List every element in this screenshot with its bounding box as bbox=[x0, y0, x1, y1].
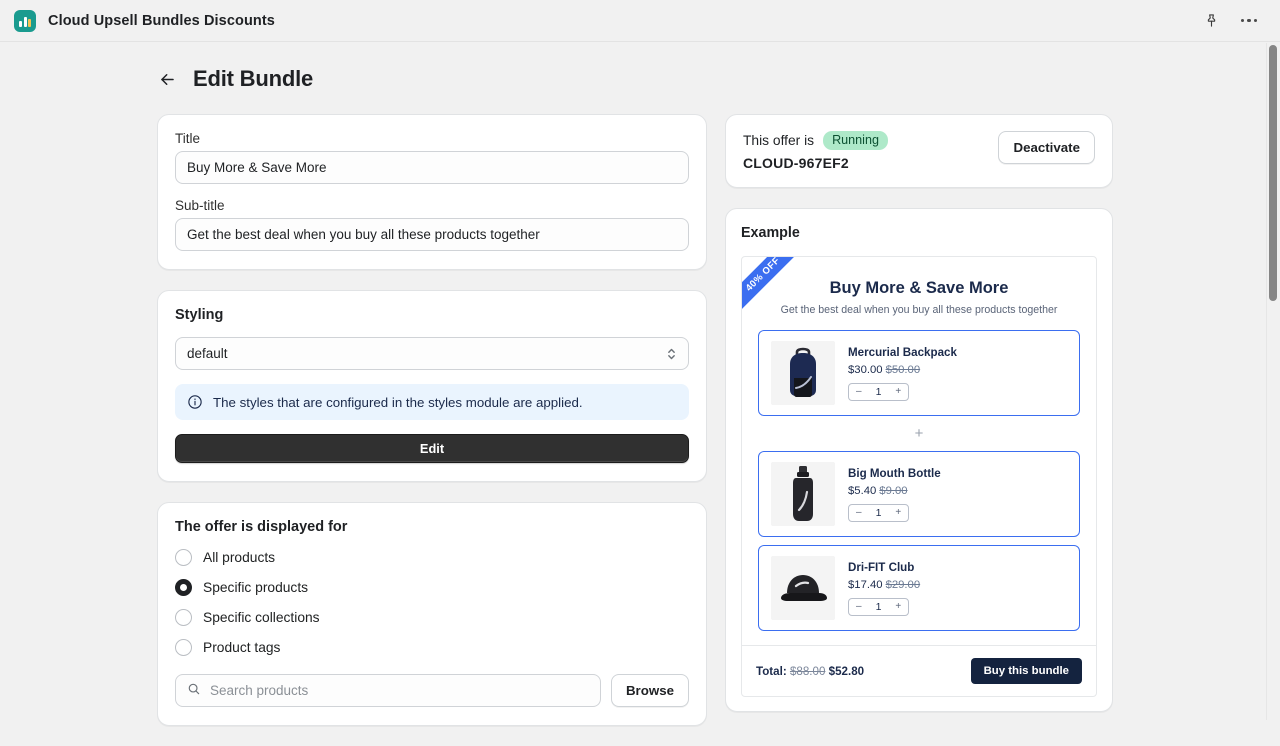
search-products-input[interactable]: Search products bbox=[175, 674, 601, 707]
bundle-product-item[interactable]: Dri-FIT Club $17.40 $29.00 – 1 + bbox=[758, 545, 1080, 631]
info-icon bbox=[187, 394, 203, 410]
styling-card: Styling default The styles that are conf… bbox=[157, 290, 707, 482]
radio-icon-selected bbox=[175, 579, 192, 596]
radio-label: Specific products bbox=[203, 580, 309, 595]
total-label: Total: bbox=[756, 664, 787, 678]
quantity-stepper[interactable]: – 1 + bbox=[848, 597, 910, 616]
radio-option-specific-collections[interactable]: Specific collections bbox=[175, 609, 689, 626]
quantity-increment-button[interactable]: + bbox=[888, 599, 908, 615]
product-name: Mercurial Backpack bbox=[848, 345, 957, 359]
example-preview-card: Example 40% OFF Buy More & Save More Get… bbox=[725, 208, 1113, 712]
subtitle-label: Sub-title bbox=[175, 198, 225, 213]
bundle-product-item[interactable]: Big Mouth Bottle $5.40 $9.00 – 1 + bbox=[758, 451, 1080, 537]
style-select-value: default bbox=[187, 346, 228, 361]
page-scroll-area: Edit Bundle Title Buy More & Save More S… bbox=[0, 42, 1280, 726]
navy-backpack-image bbox=[771, 341, 835, 405]
quantity-value: 1 bbox=[875, 506, 882, 519]
radio-icon bbox=[175, 639, 192, 656]
ellipsis-icon[interactable] bbox=[1238, 10, 1260, 32]
edit-button[interactable]: Edit bbox=[175, 434, 689, 463]
bundle-details-card: Title Buy More & Save More Sub-title Get… bbox=[157, 114, 707, 270]
product-price-compare: $9.00 bbox=[879, 484, 908, 497]
chevron-updown-icon bbox=[666, 346, 677, 362]
preview-subheading: Get the best deal when you buy all these… bbox=[780, 304, 1058, 316]
quantity-value: 1 bbox=[875, 385, 882, 398]
bundle-product-info: Mercurial Backpack $30.00 $50.00 – 1 + bbox=[848, 346, 957, 401]
search-placeholder: Search products bbox=[210, 683, 309, 698]
subtitle-input[interactable]: Get the best deal when you buy all these… bbox=[175, 218, 689, 251]
quantity-decrement-button[interactable]: – bbox=[849, 384, 869, 400]
bundle-total-row: Total: $88.00 $52.80 Buy this bundle bbox=[742, 645, 1096, 696]
product-price-current: $5.40 bbox=[848, 484, 877, 497]
total-compare-at: $88.00 bbox=[789, 664, 826, 678]
bar-chart-icon bbox=[14, 9, 36, 32]
product-price: $17.40 $29.00 bbox=[848, 579, 920, 591]
radio-label: Specific collections bbox=[203, 610, 320, 625]
bundle-preview: 40% OFF Buy More & Save More Get the bes… bbox=[741, 256, 1097, 697]
product-price: $5.40 $9.00 bbox=[848, 485, 941, 497]
quantity-stepper[interactable]: – 1 + bbox=[848, 382, 910, 401]
quantity-stepper[interactable]: – 1 + bbox=[848, 503, 910, 522]
quantity-increment-button[interactable]: + bbox=[888, 505, 908, 521]
quantity-increment-button[interactable]: + bbox=[888, 384, 908, 400]
quantity-value: 1 bbox=[875, 600, 882, 613]
product-price-compare: $50.00 bbox=[885, 363, 921, 376]
style-select[interactable]: default bbox=[175, 337, 689, 370]
deactivate-button[interactable]: Deactivate bbox=[998, 131, 1095, 164]
radio-option-specific-products[interactable]: Specific products bbox=[175, 579, 689, 596]
black-cap-image bbox=[771, 556, 835, 620]
product-search-row: Search products Browse bbox=[175, 674, 689, 707]
bundle-total: Total: $88.00 $52.80 bbox=[756, 665, 864, 678]
offer-targeting-title: The offer is displayed for bbox=[175, 519, 348, 535]
styles-info-banner: The styles that are configured in the st… bbox=[175, 384, 689, 420]
styles-info-text: The styles that are configured in the st… bbox=[213, 394, 583, 410]
product-price-current: $30.00 bbox=[848, 363, 883, 376]
title-label: Title bbox=[175, 131, 201, 146]
radio-icon bbox=[175, 549, 192, 566]
bundle-product-info: Big Mouth Bottle $5.40 $9.00 – 1 + bbox=[848, 467, 941, 522]
radio-label: All products bbox=[203, 550, 276, 565]
offer-status-card: This offer is Running CLOUD-967EF2 Deact… bbox=[725, 114, 1113, 188]
product-name: Big Mouth Bottle bbox=[848, 466, 941, 480]
page-header: Edit Bundle bbox=[157, 66, 1280, 92]
product-price-current: $17.40 bbox=[848, 578, 883, 591]
buy-this-bundle-button[interactable]: Buy this bundle bbox=[970, 658, 1082, 684]
offer-status-info: This offer is Running CLOUD-967EF2 bbox=[743, 131, 888, 171]
styling-card-title: Styling bbox=[175, 307, 224, 323]
offer-code: CLOUD-967EF2 bbox=[743, 155, 849, 171]
page-title: Edit Bundle bbox=[193, 66, 314, 91]
example-title: Example bbox=[741, 225, 800, 241]
quantity-decrement-button[interactable]: – bbox=[849, 505, 869, 521]
radio-option-product-tags[interactable]: Product tags bbox=[175, 639, 689, 656]
browse-button[interactable]: Browse bbox=[610, 674, 689, 707]
product-name: Dri-FIT Club bbox=[848, 560, 915, 574]
settings-column: Title Buy More & Save More Sub-title Get… bbox=[157, 114, 707, 746]
pin-icon[interactable] bbox=[1200, 10, 1222, 32]
status-badge: Running bbox=[823, 131, 888, 150]
preview-heading: Buy More & Save More bbox=[829, 279, 1009, 297]
radio-label: Product tags bbox=[203, 640, 281, 655]
preview-column: This offer is Running CLOUD-967EF2 Deact… bbox=[725, 114, 1113, 732]
title-input[interactable]: Buy More & Save More bbox=[175, 151, 689, 184]
bundle-product-item[interactable]: Mercurial Backpack $30.00 $50.00 – 1 + bbox=[758, 330, 1080, 416]
search-icon bbox=[187, 682, 201, 699]
quantity-decrement-button[interactable]: – bbox=[849, 599, 869, 615]
plus-separator-icon: + bbox=[914, 425, 924, 442]
black-water-bottle-image bbox=[771, 462, 835, 526]
status-prefix: This offer is bbox=[743, 133, 815, 148]
page-scrollbar-thumb[interactable] bbox=[1269, 45, 1277, 301]
bundle-product-info: Dri-FIT Club $17.40 $29.00 – 1 + bbox=[848, 561, 920, 616]
radio-option-all-products[interactable]: All products bbox=[175, 549, 689, 566]
product-price: $30.00 $50.00 bbox=[848, 364, 957, 376]
radio-icon bbox=[175, 609, 192, 626]
app-topbar: Cloud Upsell Bundles Discounts bbox=[0, 0, 1280, 42]
product-price-compare: $29.00 bbox=[885, 578, 921, 591]
arrow-left-icon[interactable] bbox=[157, 69, 177, 89]
topbar-actions bbox=[1200, 10, 1266, 32]
offer-targeting-card: The offer is displayed for All products … bbox=[157, 502, 707, 726]
app-title: Cloud Upsell Bundles Discounts bbox=[48, 12, 275, 29]
total-price: $52.80 bbox=[828, 664, 865, 678]
